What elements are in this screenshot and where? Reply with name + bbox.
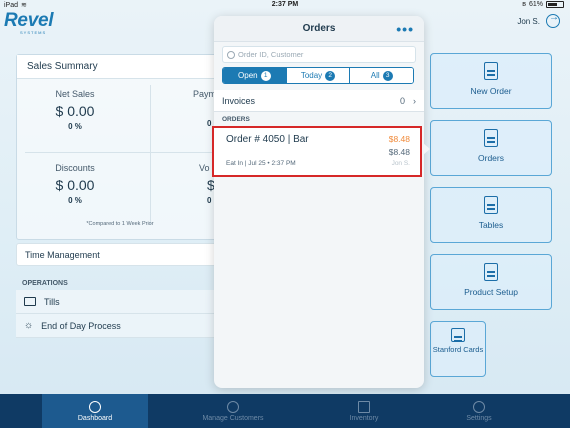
tab-label: Settings xyxy=(466,414,492,422)
bottom-tab-bar: Dashboard Manage Customers Inventory Set… xyxy=(0,394,570,428)
sunset-icon: ☼ xyxy=(24,320,34,331)
tab-settings[interactable]: Settings xyxy=(426,394,532,428)
order-row[interactable]: Order # 4050 | Bar $8.48 $8.48 Eat In | … xyxy=(212,126,422,177)
metric-net-sales: Net Sales $ 0.00 0 % xyxy=(25,89,125,131)
divider xyxy=(25,152,215,153)
invoices-count: 0 xyxy=(399,95,405,106)
logo-subtitle: SYSTEMS xyxy=(20,30,47,35)
wrench-icon xyxy=(484,263,498,281)
segment-label: Open xyxy=(238,71,258,80)
count-badge: 3 xyxy=(382,70,393,81)
search-input[interactable] xyxy=(238,50,408,59)
tile-label: Product Setup xyxy=(464,287,518,297)
stanford-cards-tile[interactable]: Stanford Cards xyxy=(430,321,486,377)
tile-label: New Order xyxy=(470,86,512,96)
bluetooth-icon: ʙ xyxy=(522,1,526,8)
tab-label: Manage Customers xyxy=(202,414,264,422)
order-amount-due: $8.48 xyxy=(388,134,410,144)
operations-list: Tills ☼ End of Day Process xyxy=(16,290,224,338)
order-user: Jon S. xyxy=(391,160,410,167)
orders-section-label: ORDERS xyxy=(222,116,250,123)
tile-label: Tables xyxy=(478,220,504,230)
chevron-right-icon: › xyxy=(413,95,416,106)
user-name: Jon S. xyxy=(517,16,540,26)
count-badge: 2 xyxy=(325,70,336,81)
tab-inventory[interactable]: Inventory xyxy=(311,394,417,428)
metric-label: Net Sales xyxy=(55,89,95,99)
order-meta: Eat In | Jul 25 • 2:37 PM xyxy=(226,160,296,167)
segment-label: All xyxy=(370,71,380,80)
battery-percent: 61% xyxy=(528,1,543,8)
metric-value: $ 0.00 xyxy=(55,103,95,119)
end-of-day-item[interactable]: ☼ End of Day Process xyxy=(16,314,224,338)
clipboard-icon xyxy=(358,400,370,413)
time-management-row[interactable]: Time Management xyxy=(16,243,224,266)
tills-item[interactable]: Tills xyxy=(16,290,224,314)
register-icon xyxy=(24,297,36,306)
dashboard-icon xyxy=(89,400,101,413)
metric-percent: 0 % xyxy=(68,196,82,205)
orders-popover: Orders ••• Open 1 Today 2 All 3 Invoices… xyxy=(214,16,424,388)
document-icon xyxy=(484,62,498,80)
count-badge: 1 xyxy=(260,70,271,81)
user-menu[interactable]: Jon S. xyxy=(517,12,560,28)
table-icon xyxy=(484,196,498,214)
documents-icon xyxy=(484,129,498,147)
order-search[interactable] xyxy=(222,46,416,63)
invoices-row[interactable]: Invoices 0 › xyxy=(214,90,424,112)
tab-label: Inventory xyxy=(349,414,379,422)
ops-item-label: Tills xyxy=(44,296,60,307)
ops-item-label: End of Day Process xyxy=(41,320,121,331)
person-icon xyxy=(227,400,239,413)
logout-icon[interactable] xyxy=(546,12,560,28)
divider xyxy=(150,85,151,225)
order-title: Order # 4050 | Bar xyxy=(226,134,309,145)
sales-summary-title: Sales Summary xyxy=(17,55,223,79)
tab-all[interactable]: All 3 xyxy=(350,68,413,83)
metric-value: $ 0.00 xyxy=(55,177,95,193)
metric-label: Discounts xyxy=(55,163,95,173)
tab-manage-customers[interactable]: Manage Customers xyxy=(180,394,286,428)
tab-dashboard[interactable]: Dashboard xyxy=(42,394,148,428)
order-filter-segment: Open 1 Today 2 All 3 xyxy=(222,67,414,84)
orders-tile[interactable]: Orders xyxy=(430,120,552,176)
tab-label: Dashboard xyxy=(77,414,113,422)
operations-label: OPERATIONS xyxy=(22,280,68,287)
search-icon xyxy=(227,50,235,59)
gift-icon xyxy=(451,328,465,342)
metric-percent: 0 % xyxy=(68,122,82,131)
product-setup-tile[interactable]: Product Setup xyxy=(430,254,552,310)
invoices-label: Invoices xyxy=(222,95,256,106)
popover-title-bar: Orders ••• xyxy=(214,16,424,42)
clock: 2:37 PM xyxy=(271,1,299,8)
tile-label: Orders xyxy=(478,153,504,163)
popover-arrow xyxy=(423,143,430,155)
battery-icon xyxy=(546,1,564,8)
more-icon[interactable]: ••• xyxy=(396,16,414,42)
new-order-tile[interactable]: New Order xyxy=(430,53,552,109)
status-bar: iPad ≋ 2:37 PM ʙ 61% xyxy=(0,0,570,11)
order-amount-total: $8.48 xyxy=(388,147,410,157)
revel-logo: Revel xyxy=(4,10,54,31)
popover-title: Orders xyxy=(302,23,336,34)
metric-discounts: Discounts $ 0.00 0 % xyxy=(25,163,125,205)
tile-label: Stanford Cards xyxy=(432,345,484,354)
tab-open[interactable]: Open 1 xyxy=(223,68,287,83)
gear-icon xyxy=(473,400,485,413)
tab-today[interactable]: Today 2 xyxy=(286,68,351,83)
tables-tile[interactable]: Tables xyxy=(430,187,552,243)
comparison-note: *Compared to 1 Week Prior xyxy=(86,221,154,227)
segment-label: Today xyxy=(300,71,323,80)
sales-summary-card: Sales Summary Net Sales $ 0.00 0 % Paym … xyxy=(16,54,224,240)
